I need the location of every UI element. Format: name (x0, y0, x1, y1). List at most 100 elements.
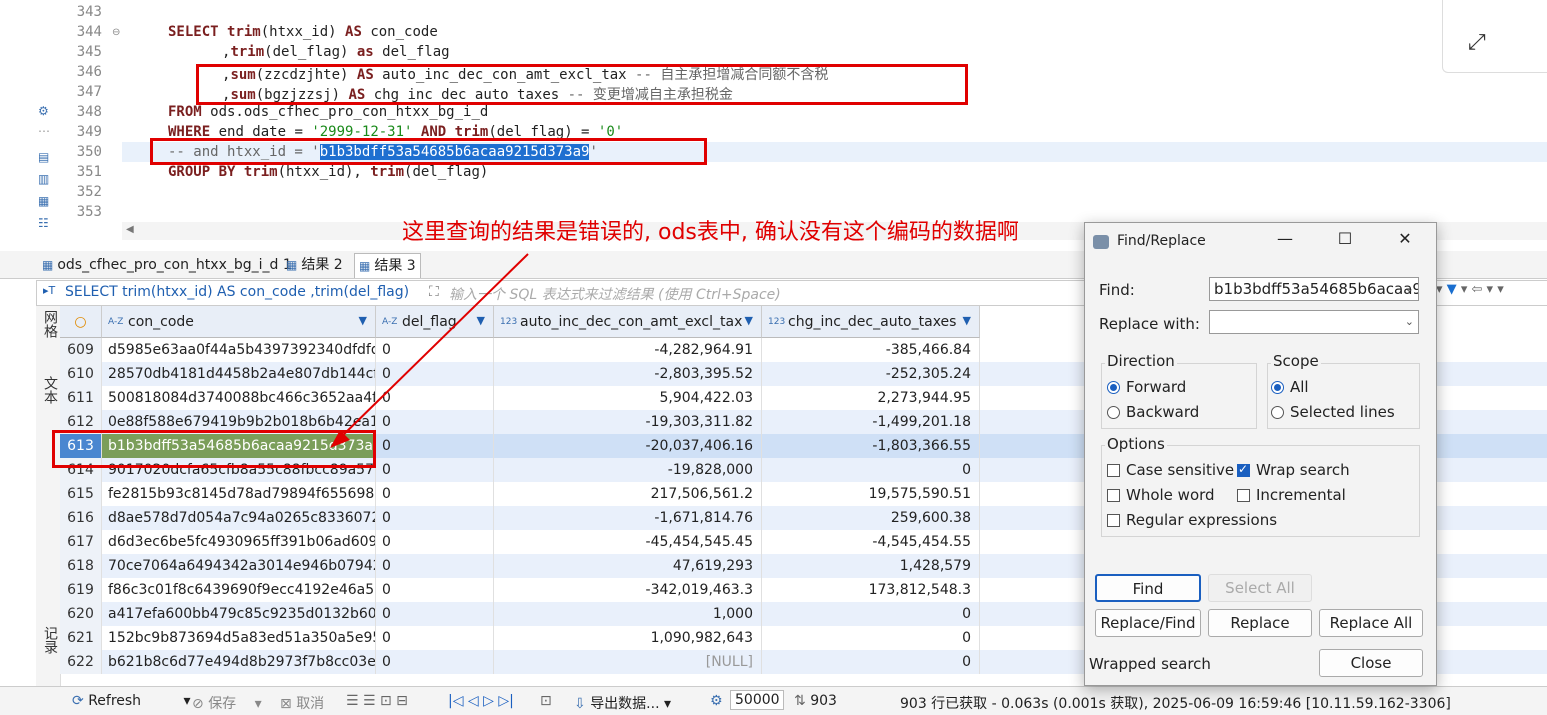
cell-chg-inc[interactable]: 1,428,579 (762, 554, 980, 578)
tab-ods-table[interactable]: ▦ ods_cfhec_pro_con_htxx_bg_i_d 1 (38, 253, 296, 277)
cell-con-code[interactable]: 500818084d3740088bc466c3652aa4f3 (102, 386, 376, 410)
cell-chg-inc[interactable]: 0 (762, 626, 980, 650)
cell-del-flag[interactable]: 0 (376, 650, 494, 674)
cell-del-flag[interactable]: 0 (376, 602, 494, 626)
cell-del-flag[interactable]: 0 (376, 410, 494, 434)
cell-del-flag[interactable]: 0 (376, 626, 494, 650)
back-icon[interactable]: ⇦ (1471, 282, 1482, 297)
whole-word-checkbox[interactable]: Whole word (1107, 486, 1215, 504)
outline-icon[interactable]: ☷ (38, 216, 52, 230)
settings-icon[interactable]: ⚙ (710, 693, 723, 709)
refresh-button[interactable]: ⟳ Refresh ▾ (72, 693, 191, 709)
cell-auto-inc[interactable]: -2,803,395.52 (494, 362, 762, 386)
row-number[interactable]: 617 (60, 530, 102, 554)
cell-con-code[interactable]: b621b8c6d77e494d8b2973f7b8cc03e9 (102, 650, 376, 674)
minimize-icon[interactable]: — (1265, 229, 1305, 248)
cell-auto-inc[interactable]: -342,019,463.3 (494, 578, 762, 602)
settings-icon[interactable]: ⚙ (38, 104, 52, 118)
cell-chg-inc[interactable]: 2,273,944.95 (762, 386, 980, 410)
cell-chg-inc[interactable]: 19,575,590.51 (762, 482, 980, 506)
export-data-button[interactable]: ⇩ 导出数据... ▾ (574, 693, 671, 713)
cell-auto-inc[interactable]: -19,828,000 (494, 458, 762, 482)
replace-find-button[interactable]: Replace/Find (1095, 609, 1201, 637)
regex-checkbox[interactable]: Regular expressions (1107, 511, 1277, 529)
column-header-del-flag[interactable]: A-Z del_flag ▼ (376, 306, 494, 338)
cell-chg-inc[interactable]: 259,600.38 (762, 506, 980, 530)
cell-con-code[interactable]: d8ae578d7d054a7c94a0265c83360725 (102, 506, 376, 530)
row-number[interactable]: 619 (60, 578, 102, 602)
cell-chg-inc[interactable]: -385,466.84 (762, 338, 980, 362)
incremental-checkbox[interactable]: Incremental (1237, 486, 1346, 504)
save-button[interactable]: ⊘ 保存 ▾ (192, 693, 262, 713)
tab-result-3[interactable]: ▦ 结果 3 (354, 253, 421, 278)
filter-sql-text[interactable]: SELECT trim(htxx_id) AS con_code ,trim(d… (65, 284, 409, 300)
cell-del-flag[interactable]: 0 (376, 530, 494, 554)
cell-auto-inc[interactable]: -1,671,814.76 (494, 506, 762, 530)
chevron-down-icon[interactable]: ⌄ (1405, 311, 1414, 333)
row-number[interactable]: 615 (60, 482, 102, 506)
sort-icon[interactable]: ▼ (477, 306, 485, 337)
cell-del-flag[interactable]: 0 (376, 554, 494, 578)
close-button[interactable]: Close (1319, 649, 1423, 677)
cell-con-code[interactable]: f86c3c01f8c6439690f9ecc4192e46a5 (102, 578, 376, 602)
new-script-icon[interactable]: ▥ (38, 172, 52, 186)
cell-auto-inc[interactable]: -45,454,545.45 (494, 530, 762, 554)
cell-auto-inc[interactable]: 217,506,561.2 (494, 482, 762, 506)
more-icon[interactable]: ⋯ (38, 124, 52, 138)
cell-del-flag[interactable]: 0 (376, 458, 494, 482)
backward-radio[interactable]: Backward (1107, 403, 1199, 421)
cell-con-code[interactable]: 70ce7064a6494342a3014e946b07942d (102, 554, 376, 578)
cell-del-flag[interactable]: 0 (376, 578, 494, 602)
wrap-search-checkbox[interactable]: Wrap search (1237, 461, 1350, 479)
sort-icon[interactable]: ▼ (359, 306, 367, 337)
cell-con-code[interactable]: a417efa600bb479c85c9235d0132b60a (102, 602, 376, 626)
row-number-header[interactable]: ○ (60, 306, 102, 338)
edit-tools-icons[interactable]: ☰ ☰ ⊡ ⊟ (346, 693, 408, 709)
menu-icon[interactable]: ▾ (1497, 282, 1504, 297)
row-number[interactable]: 620 (60, 602, 102, 626)
row-number[interactable]: 611 (60, 386, 102, 410)
row-number[interactable]: 622 (60, 650, 102, 674)
find-input[interactable]: b1b3bdff53a54685b6acaa9215d373a9⌄ (1209, 277, 1419, 301)
sql-editor[interactable]: ⚙ ⋯ ▤ ▥ ▦ ☷ 343 344 ⊖ 345 346 347 348 34… (0, 0, 1547, 245)
chevron-down-icon[interactable]: ⌄ (1405, 278, 1414, 300)
replace-button[interactable]: Replace (1208, 609, 1312, 637)
view-grid-toggle[interactable]: 网格 (40, 310, 60, 338)
scroll-left-icon[interactable]: ◀ (126, 224, 134, 235)
replace-all-button[interactable]: Replace All (1319, 609, 1423, 637)
column-header-chg-inc[interactable]: 123 chg_inc_dec_auto_taxes ▼ (762, 306, 980, 338)
cell-con-code[interactable]: 152bc9b873694d5a83ed51a350a5e955 (102, 626, 376, 650)
row-number[interactable]: 616 (60, 506, 102, 530)
find-button[interactable]: Find (1095, 574, 1201, 602)
cancel-button[interactable]: ⊠ 取消 (280, 693, 324, 713)
replace-input[interactable]: ⌄ (1209, 310, 1419, 334)
cell-chg-inc[interactable]: 0 (762, 602, 980, 626)
script-file-icon[interactable]: ▦ (38, 194, 52, 208)
cell-chg-inc[interactable]: -1,803,366.55 (762, 434, 980, 458)
dropdown-icon[interactable]: ▾ (1487, 282, 1494, 297)
refresh-dropdown-icon[interactable]: ▾ (184, 693, 191, 709)
fetch-icon[interactable]: ⊡ (540, 693, 552, 709)
scope-all-radio[interactable]: All (1271, 378, 1309, 396)
close-icon[interactable]: ✕ (1385, 229, 1425, 248)
cell-auto-inc[interactable]: 5,904,422.03 (494, 386, 762, 410)
cell-del-flag[interactable]: 0 (376, 506, 494, 530)
cell-con-code[interactable]: d5985e63aa0f44a5b4397392340dfdfd (102, 338, 376, 362)
cell-chg-inc[interactable]: 173,812,548.3 (762, 578, 980, 602)
cell-auto-inc[interactable]: -20,037,406.16 (494, 434, 762, 458)
cell-del-flag[interactable]: 0 (376, 434, 494, 458)
maximize-icon[interactable]: ☐ (1325, 229, 1365, 248)
fetch-limit-input[interactable]: 50000 (730, 690, 784, 710)
cell-auto-inc[interactable]: 1,090,982,643 (494, 626, 762, 650)
cell-chg-inc[interactable]: -252,305.24 (762, 362, 980, 386)
expand-icon[interactable]: ⤢ (1468, 30, 1486, 55)
forward-radio[interactable]: Forward (1107, 378, 1186, 396)
view-text-toggle[interactable]: 文本 (40, 376, 60, 404)
cell-chg-inc[interactable]: 0 (762, 650, 980, 674)
expand-filter-icon[interactable]: ⛶ (429, 284, 439, 300)
cell-con-code[interactable]: 28570db4181d4458b2a4e807db144cf7 (102, 362, 376, 386)
filter-input[interactable]: 输入一个 SQL 表达式来过滤结果 (使用 Ctrl+Space) (449, 284, 781, 304)
row-number[interactable]: 609 (60, 338, 102, 362)
cell-del-flag[interactable]: 0 (376, 338, 494, 362)
filter-icon[interactable]: ▼ (1447, 282, 1457, 297)
